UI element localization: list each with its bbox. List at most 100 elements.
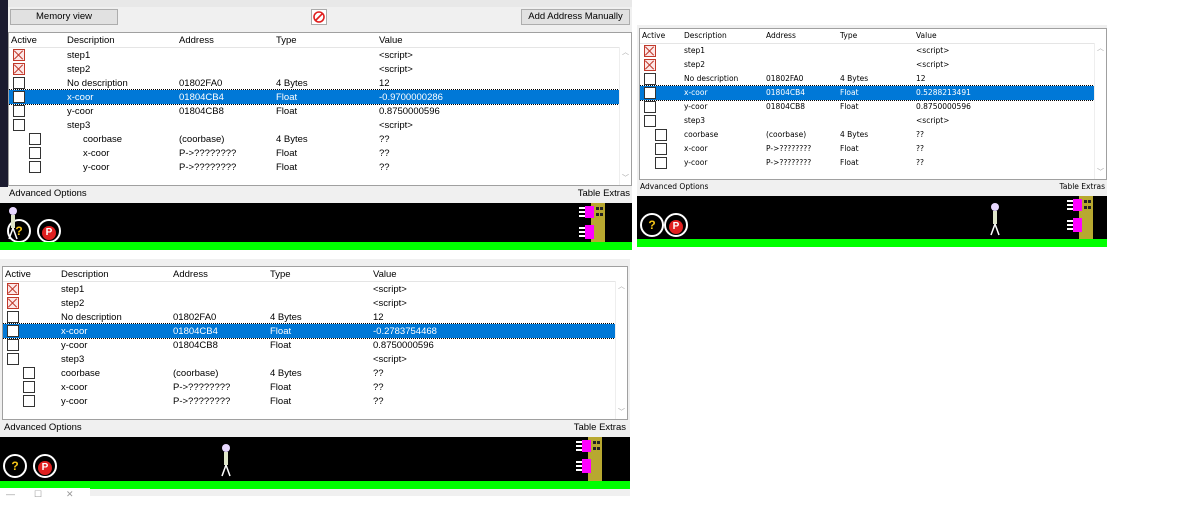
table-row[interactable]: step1 <script>: [9, 48, 619, 62]
table-row[interactable]: step3 <script>: [9, 118, 619, 132]
stop-icon[interactable]: [311, 9, 327, 25]
active-checkbox[interactable]: [644, 73, 656, 85]
table-extras-label[interactable]: Table Extras: [1060, 182, 1105, 191]
active-checkbox[interactable]: [29, 133, 41, 145]
column-value[interactable]: Value: [373, 269, 397, 280]
table-extras-label[interactable]: Table Extras: [574, 422, 626, 433]
table-row[interactable]: coorbase (coorbase) 4 Bytes??: [3, 366, 615, 380]
active-checkbox[interactable]: [13, 63, 25, 75]
advanced-options-label[interactable]: Advanced Options: [640, 182, 708, 191]
column-address[interactable]: Address: [179, 35, 214, 46]
table-row[interactable]: step3 <script>: [3, 352, 615, 366]
active-checkbox[interactable]: [13, 77, 25, 89]
active-checkbox[interactable]: [23, 395, 35, 407]
advanced-options-label[interactable]: Advanced Options: [9, 188, 87, 199]
table-row[interactable]: y-coor 01804CB8 Float 0.8750000596: [3, 338, 615, 352]
pause-icon[interactable]: P: [37, 219, 61, 243]
table-row[interactable]: step2 <script>: [9, 62, 619, 76]
table-row[interactable]: coorbase (coorbase) 4 Bytes??: [9, 132, 619, 146]
table-row[interactable]: y-coor P->???????? Float??: [3, 394, 615, 408]
active-checkbox[interactable]: [655, 129, 667, 141]
table-row[interactable]: No description 01802FA0 4 Bytes 12: [3, 310, 615, 324]
table-row[interactable]: step2 <script>: [3, 296, 615, 310]
minimize-icon[interactable]: —: [6, 489, 15, 499]
active-checkbox[interactable]: [655, 143, 667, 155]
table-header: Active Description Address Type Value: [9, 33, 631, 48]
active-checkbox[interactable]: [7, 283, 19, 295]
table-row[interactable]: step3 <script>: [640, 114, 1094, 128]
table-extras-label[interactable]: Table Extras: [578, 188, 630, 199]
row-value: ??: [379, 134, 390, 145]
row-description: x-coor: [61, 382, 88, 393]
active-checkbox[interactable]: [655, 157, 667, 169]
active-checkbox[interactable]: [644, 59, 656, 71]
active-checkbox[interactable]: [7, 325, 19, 337]
active-checkbox[interactable]: [29, 147, 41, 159]
active-checkbox[interactable]: [23, 381, 35, 393]
column-value[interactable]: Value: [916, 31, 937, 40]
active-checkbox[interactable]: [13, 119, 25, 131]
table-row[interactable]: x-coor P->???????? Float??: [3, 380, 615, 394]
table-row[interactable]: step2 <script>: [640, 58, 1094, 72]
active-checkbox[interactable]: [7, 311, 19, 323]
active-checkbox[interactable]: [13, 105, 25, 117]
column-address[interactable]: Address: [766, 31, 796, 40]
help-icon[interactable]: ?: [3, 454, 27, 478]
active-checkbox[interactable]: [23, 367, 35, 379]
column-value[interactable]: Value: [379, 35, 403, 46]
add-address-manually-button[interactable]: Add Address Manually: [521, 9, 630, 25]
active-checkbox[interactable]: [644, 87, 656, 99]
column-type[interactable]: Type: [276, 35, 297, 46]
column-address[interactable]: Address: [173, 269, 208, 280]
column-description[interactable]: Description: [684, 31, 727, 40]
pause-icon[interactable]: P: [664, 213, 688, 237]
table-row[interactable]: y-coor 01804CB8 Float 0.8750000596: [9, 104, 619, 118]
table-row[interactable]: step1 <script>: [640, 44, 1094, 58]
column-description[interactable]: Description: [67, 35, 115, 46]
row-value: <script>: [373, 284, 407, 295]
table-row[interactable]: y-coor 01804CB8 Float 0.8750000596: [640, 100, 1094, 114]
table-row[interactable]: x-coor P->???????? Float??: [640, 142, 1094, 156]
table-row[interactable]: x-coor 01804CB4 Float 0.5288213491: [640, 85, 1095, 101]
active-checkbox[interactable]: [7, 353, 19, 365]
table-row[interactable]: No description 01802FA0 4 Bytes 12: [9, 76, 619, 90]
active-checkbox[interactable]: [13, 49, 25, 61]
row-type: Float: [276, 92, 298, 103]
column-description[interactable]: Description: [61, 269, 109, 280]
table-row[interactable]: No description 01802FA0 4 Bytes 12: [640, 72, 1094, 86]
active-checkbox[interactable]: [29, 161, 41, 173]
column-type[interactable]: Type: [840, 31, 857, 40]
table-row[interactable]: x-coor 01804CB4 Float -0.9700000286: [9, 89, 620, 105]
active-checkbox[interactable]: [7, 297, 19, 309]
table-row[interactable]: y-coor P->???????? Float??: [9, 160, 619, 174]
active-checkbox[interactable]: [13, 91, 25, 103]
pause-icon[interactable]: P: [33, 454, 57, 478]
tower-block: [576, 437, 602, 483]
row-value: 12: [373, 312, 384, 323]
active-checkbox[interactable]: [644, 115, 656, 127]
table-scrollbar[interactable]: ︿ ﹀: [619, 47, 631, 185]
column-type[interactable]: Type: [270, 269, 291, 280]
close-icon[interactable]: ✕: [66, 489, 74, 500]
active-checkbox[interactable]: [7, 339, 19, 351]
column-active[interactable]: Active: [5, 269, 31, 280]
active-checkbox[interactable]: [644, 101, 656, 113]
active-checkbox[interactable]: [644, 45, 656, 57]
maximize-icon[interactable]: ☐: [34, 489, 42, 500]
table-row[interactable]: coorbase (coorbase) 4 Bytes??: [640, 128, 1094, 142]
row-address: P->????????: [766, 144, 812, 153]
help-icon[interactable]: ?: [640, 213, 664, 237]
column-active[interactable]: Active: [642, 31, 665, 40]
table-row[interactable]: step1 <script>: [3, 282, 615, 296]
row-value: <script>: [379, 50, 413, 61]
table-scrollbar[interactable]: ︿ ﹀: [615, 281, 627, 419]
row-value: ??: [916, 144, 924, 153]
memory-view-button[interactable]: Memory view: [10, 9, 118, 25]
column-active[interactable]: Active: [11, 35, 37, 46]
table-row[interactable]: x-coor P->???????? Float??: [9, 146, 619, 160]
table-row[interactable]: y-coor P->???????? Float??: [640, 156, 1094, 170]
advanced-options-label[interactable]: Advanced Options: [4, 422, 82, 433]
table-scrollbar[interactable]: ︿ ﹀: [1094, 43, 1106, 179]
table-row[interactable]: x-coor 01804CB4 Float -0.2783754468: [3, 323, 616, 339]
row-type: 4 Bytes: [840, 74, 869, 83]
